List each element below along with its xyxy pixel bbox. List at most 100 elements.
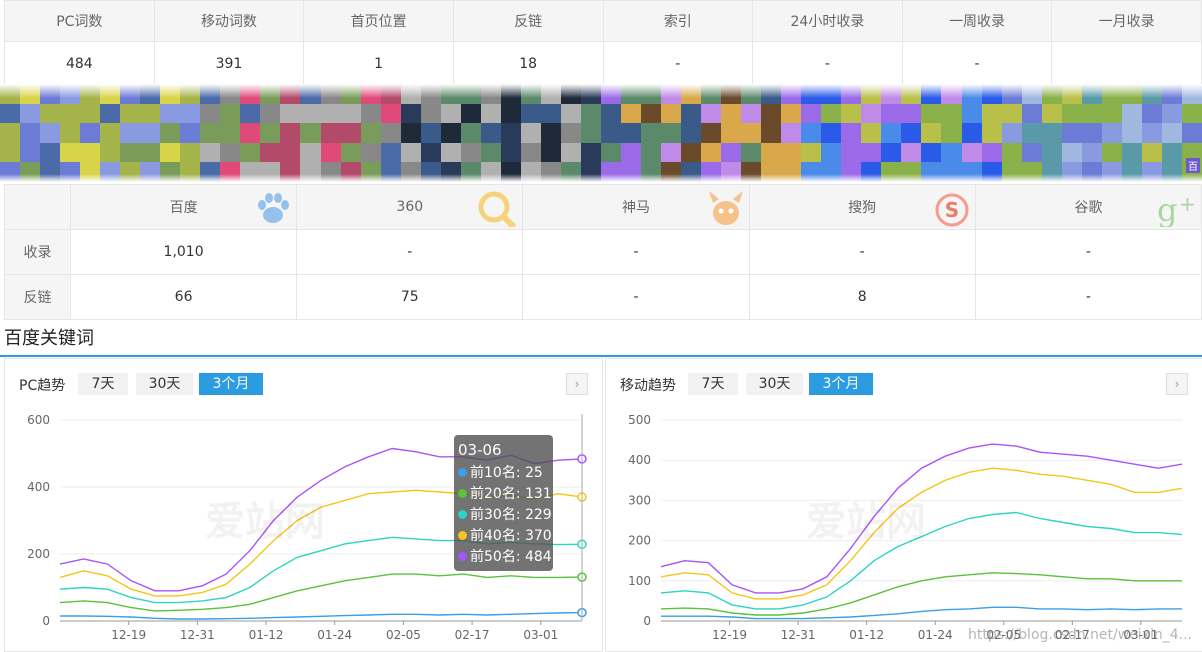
mosaic-cell <box>320 103 341 124</box>
mosaic-cell <box>681 123 702 143</box>
mosaic-cell <box>1001 142 1022 163</box>
section-divider <box>0 355 1202 357</box>
mosaic-cell <box>140 123 161 143</box>
mosaic-cell <box>60 142 81 163</box>
dot-icon <box>458 468 467 477</box>
mosaic-cell <box>641 123 662 143</box>
mosaic-cell <box>781 142 802 163</box>
tab-3months[interactable]: 3个月 <box>199 373 263 395</box>
mosaic-cell <box>1101 123 1122 143</box>
mosaic-cell <box>1181 123 1202 143</box>
mosaic-cell <box>220 103 241 124</box>
x-tick-label: 03-01 <box>523 628 558 642</box>
mosaic-cell <box>1001 103 1022 124</box>
mosaic-cell <box>641 142 662 163</box>
mosaic-cell <box>861 123 882 143</box>
mosaic-cell <box>841 123 862 143</box>
mosaic-cell <box>641 103 662 124</box>
mosaic-cell <box>520 123 541 143</box>
next-arrow-button[interactable]: › <box>566 373 588 395</box>
mosaic-cell <box>380 123 401 143</box>
y-tick-label: 500 <box>628 413 651 427</box>
mosaic-cell <box>781 123 802 143</box>
engine-cell: 75 <box>296 274 524 320</box>
mosaic-cell <box>1061 142 1082 163</box>
mosaic-cell <box>1161 142 1182 163</box>
mosaic-cell <box>500 142 521 163</box>
mosaic-cell <box>140 142 161 163</box>
mosaic-cell <box>941 103 962 124</box>
mosaic-cell <box>701 103 722 124</box>
mosaic-cell <box>440 103 461 124</box>
pixelated-mosaic <box>0 84 1202 182</box>
banner-tag: 百 <box>1186 158 1200 173</box>
watermark: 爱站网 <box>205 499 325 545</box>
stats-value-row: 484 391 1 18 - - - <box>4 41 1202 87</box>
paw-icon <box>258 193 290 223</box>
mosaic-cell <box>300 103 321 124</box>
mosaic-cell <box>460 103 481 124</box>
mosaic-cell <box>881 123 902 143</box>
dot-icon <box>458 510 467 519</box>
mosaic-cell <box>1021 103 1042 124</box>
engine-header-shenma: 神马 <box>522 184 750 230</box>
mosaic-cell <box>200 103 221 124</box>
mosaic-cell <box>981 123 1002 143</box>
y-tick-label: 200 <box>628 534 651 548</box>
stats-header-row: PC词数 移动词数 首页位置 反链 索引 24小时收录 一周收录 一月收录 <box>4 0 1202 42</box>
mosaic-cell <box>721 123 742 143</box>
tab-7days[interactable]: 7天 <box>688 373 738 395</box>
mosaic-cell <box>1141 103 1162 124</box>
tooltip-row-label: 前10名: 25 <box>470 465 543 481</box>
mosaic-cell <box>40 123 61 143</box>
mosaic-cell <box>340 142 361 163</box>
stats-header-pc-words: PC词数 <box>4 0 155 42</box>
pc-trend-panel: 0 200 400 600 12-19 12-31 01-12 01-24 02-05 02-17… <box>4 358 603 652</box>
next-arrow-button[interactable]: › <box>1166 373 1188 395</box>
mosaic-cell <box>1061 123 1082 143</box>
x-tick-label: 01-24 <box>918 628 953 642</box>
mosaic-cell <box>0 123 21 143</box>
mosaic-cell <box>400 123 421 143</box>
x-tick-label: 01-12 <box>849 628 884 642</box>
engine-row-indexed: 收录 1,010 - - - - <box>4 229 1202 275</box>
mosaic-cell <box>540 103 561 124</box>
mosaic-cell <box>741 142 762 163</box>
mosaic-cell <box>400 103 421 124</box>
engine-row-label: 收录 <box>4 229 71 275</box>
stats-value-month <box>1051 41 1202 87</box>
svg-text:+: + <box>1179 192 1196 216</box>
y-tick-label: 100 <box>628 574 651 588</box>
mosaic-cell <box>1041 103 1062 124</box>
tab-3months[interactable]: 3个月 <box>809 373 873 395</box>
mosaic-cell <box>320 142 341 163</box>
tooltip-row-label: 前50名: 484 <box>470 549 552 565</box>
mosaic-cell <box>1121 123 1142 143</box>
tab-7days[interactable]: 7天 <box>78 373 128 395</box>
engine-table: 百度 360 神马 搜狗 S 谷歌 g + 收录 1,010 - - - - 反… <box>4 184 1202 320</box>
mosaic-cell <box>280 142 301 163</box>
mosaic-cell <box>200 142 221 163</box>
engine-cell: 66 <box>69 274 298 320</box>
mosaic-cell <box>60 123 81 143</box>
mosaic-cell <box>600 123 621 143</box>
y-tick-label: 0 <box>42 614 50 628</box>
mosaic-cell <box>20 103 41 124</box>
mosaic-cell <box>240 123 261 143</box>
x-tick-label: 02-17 <box>455 628 490 642</box>
stats-value-backlinks: 18 <box>452 41 604 87</box>
mosaic-cell <box>420 142 441 163</box>
tooltip-row: 前40名: 370 <box>458 526 552 547</box>
mosaic-cell <box>80 103 101 124</box>
tab-30days[interactable]: 30天 <box>136 373 193 395</box>
engine-cell: - <box>974 229 1202 275</box>
engine-row-backlinks: 反链 66 75 - 8 - <box>4 274 1202 320</box>
mosaic-cell <box>280 123 301 143</box>
engine-header-baidu: 百度 <box>69 184 298 230</box>
mosaic-cell <box>721 103 742 124</box>
mosaic-cell <box>841 103 862 124</box>
mosaic-cell <box>620 123 641 143</box>
shenma-icon <box>708 191 743 225</box>
mosaic-cell <box>741 123 762 143</box>
tab-30days[interactable]: 30天 <box>746 373 803 395</box>
